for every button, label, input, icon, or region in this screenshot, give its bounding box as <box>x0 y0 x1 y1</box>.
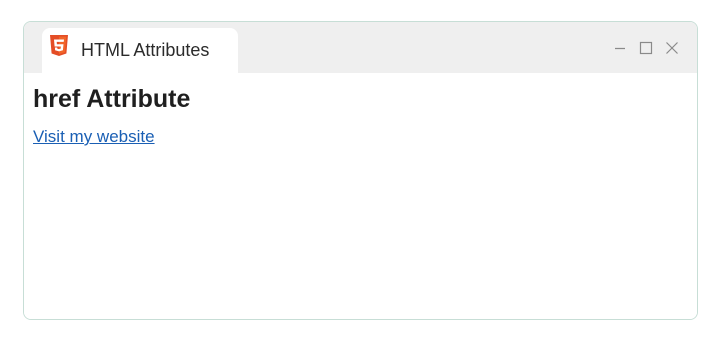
window-controls <box>613 40 679 56</box>
minimize-icon[interactable] <box>613 41 627 55</box>
close-icon[interactable] <box>665 41 679 55</box>
browser-window: HTML Attributes href Attribute Visit my … <box>23 21 698 320</box>
page-content: href Attribute Visit my website <box>24 73 697 319</box>
website-link[interactable]: Visit my website <box>33 127 155 147</box>
maximize-icon[interactable] <box>639 41 653 55</box>
browser-tab[interactable]: HTML Attributes <box>42 28 238 74</box>
html5-icon <box>49 35 69 59</box>
title-bar: HTML Attributes <box>24 22 697 74</box>
tab-title: HTML Attributes <box>81 40 210 60</box>
page-heading: href Attribute <box>33 85 191 113</box>
